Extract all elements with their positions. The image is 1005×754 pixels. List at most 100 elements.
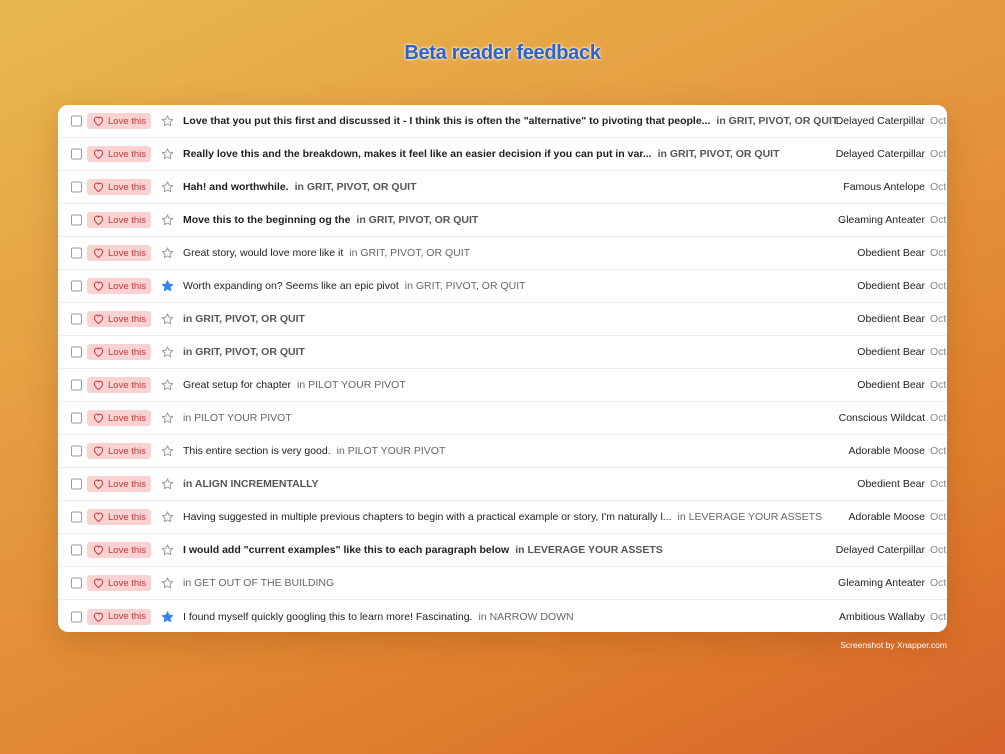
list-item[interactable]: Love this This entire section is very goo… (58, 435, 947, 468)
list-item[interactable]: Love this Love that you put this first an… (58, 105, 947, 138)
select-checkbox[interactable] (71, 313, 82, 325)
love-this-button[interactable]: Love this (87, 509, 151, 525)
love-this-button[interactable]: Love this (87, 113, 151, 129)
love-this-button[interactable]: Love this (87, 476, 151, 492)
heart-icon (93, 149, 104, 159)
select-checkbox[interactable] (71, 445, 82, 457)
list-item[interactable]: Love this I would add "current examples" … (58, 534, 947, 567)
list-item[interactable]: Love this Worth expanding on? Seems like … (58, 270, 947, 303)
star-icon[interactable] (161, 181, 174, 194)
list-item[interactable]: Love this Move this to the beginning og t… (58, 204, 947, 237)
comment-text[interactable]: Having suggested in multiple previous ch… (183, 511, 822, 523)
star-icon[interactable] (161, 313, 174, 326)
select-checkbox[interactable] (71, 611, 82, 622)
star-icon[interactable] (161, 379, 174, 392)
comment-text[interactable]: in GRIT, PIVOT, OR QUIT (183, 346, 305, 358)
list-item[interactable]: Love this Having suggested in multiple pr… (58, 501, 947, 534)
heart-icon (93, 182, 104, 192)
love-this-label: Love this (108, 412, 147, 424)
comment-text[interactable]: in ALIGN INCREMENTALLY (183, 478, 319, 490)
select-checkbox[interactable] (71, 247, 82, 259)
comment-date: Oct (930, 577, 947, 589)
love-this-button[interactable]: Love this (87, 608, 151, 625)
star-icon[interactable] (161, 346, 174, 359)
star-icon[interactable] (161, 412, 174, 425)
comment-text[interactable]: in GRIT, PIVOT, OR QUIT (183, 313, 305, 325)
select-checkbox[interactable] (71, 280, 82, 292)
list-item[interactable]: Love this Great setup for chapter in PILOT… (58, 369, 947, 402)
love-this-button[interactable]: Love this (87, 146, 151, 162)
author-name: Adorable Moose (848, 511, 925, 523)
list-item[interactable]: Love this Hah! and worthwhile. in GRIT, PI… (58, 171, 947, 204)
comment-text[interactable]: in PILOT YOUR PIVOT (183, 412, 292, 424)
select-checkbox[interactable] (71, 346, 82, 358)
love-this-label: Love this (108, 346, 147, 358)
select-checkbox[interactable] (71, 478, 82, 490)
love-this-button[interactable]: Love this (87, 542, 151, 558)
author-name: Famous Antelope (843, 181, 925, 193)
select-checkbox[interactable] (71, 511, 82, 523)
love-this-label: Love this (108, 313, 147, 325)
comment-text[interactable]: I found myself quickly googling this to … (183, 611, 574, 623)
select-checkbox[interactable] (71, 412, 82, 424)
chapter-location: in GET OUT OF THE BUILDING (183, 577, 335, 589)
love-this-button[interactable]: Love this (87, 311, 151, 327)
star-icon[interactable] (161, 115, 174, 128)
list-item[interactable]: Love this in PILOT YOUR PIVOT Conscious Wi… (58, 402, 947, 435)
comment-date: Oct (930, 148, 947, 160)
love-this-button[interactable]: Love this (87, 377, 151, 393)
love-this-button[interactable]: Love this (87, 344, 151, 360)
star-icon[interactable] (161, 280, 174, 293)
star-icon[interactable] (161, 478, 174, 491)
page-title: Beta reader feedback (404, 42, 601, 64)
select-checkbox[interactable] (71, 115, 82, 127)
love-this-button[interactable]: Love this (87, 179, 151, 195)
star-icon[interactable] (161, 214, 174, 227)
star-icon[interactable] (161, 577, 174, 590)
star-icon[interactable] (161, 544, 174, 557)
comment-text[interactable]: Worth expanding on? Seems like an epic p… (183, 280, 526, 292)
comment-text[interactable]: Great setup for chapter in PILOT YOUR PIV… (183, 379, 406, 391)
heart-icon (93, 116, 104, 126)
love-this-button[interactable]: Love this (87, 245, 151, 261)
comment-text[interactable]: Really love this and the breakdown, make… (183, 148, 780, 160)
star-icon[interactable] (161, 445, 174, 458)
star-icon[interactable] (161, 247, 174, 260)
list-item[interactable]: Love this in ALIGN INCREMENTALLY Obedient … (58, 468, 947, 501)
select-checkbox[interactable] (71, 544, 82, 556)
select-checkbox[interactable] (71, 181, 82, 193)
heart-icon (93, 578, 104, 588)
comment-text[interactable]: Great story, would love more like it in G… (183, 247, 470, 259)
list-item[interactable]: Love this Great story, would love more li… (58, 237, 947, 270)
list-item[interactable]: Love this Really love this and the breakd… (58, 138, 947, 171)
select-checkbox[interactable] (71, 148, 82, 160)
comment-text[interactable]: Move this to the beginning og the in GRIT… (183, 214, 478, 226)
love-this-label: Love this (108, 181, 147, 193)
select-checkbox[interactable] (71, 379, 82, 391)
love-this-button[interactable]: Love this (87, 575, 151, 591)
list-item[interactable]: Love this in GRIT, PIVOT, OR QUIT Obedient… (58, 336, 947, 369)
select-checkbox[interactable] (71, 214, 82, 226)
select-checkbox[interactable] (71, 577, 82, 589)
love-this-button[interactable]: Love this (87, 212, 151, 228)
star-icon[interactable] (161, 610, 174, 623)
love-this-button[interactable]: Love this (87, 278, 151, 294)
comment-text[interactable]: This entire section is very good. in PILO… (183, 445, 445, 457)
list-item[interactable]: Love this I found myself quickly googling… (58, 600, 947, 632)
star-icon[interactable] (161, 511, 174, 524)
list-item[interactable]: Love this in GET OUT OF THE BUILDING Gleam… (58, 567, 947, 600)
chapter-location: in GRIT, PIVOT, OR QUIT (404, 280, 526, 292)
comment-text[interactable]: Hah! and worthwhile. in GRIT, PIVOT, OR Q… (183, 181, 417, 193)
love-this-label: Love this (108, 577, 147, 589)
love-this-button[interactable]: Love this (87, 410, 151, 426)
comment-date: Oct (930, 313, 947, 325)
chapter-location: in PILOT YOUR PIVOT (183, 412, 292, 424)
comment-text[interactable]: in GET OUT OF THE BUILDING (183, 577, 334, 589)
list-item[interactable]: Love this in GRIT, PIVOT, OR QUIT Obedient… (58, 303, 947, 336)
love-this-label: Love this (108, 379, 147, 391)
star-icon[interactable] (161, 148, 174, 161)
comment-text[interactable]: I would add "current examples" like this… (183, 544, 663, 556)
love-this-button[interactable]: Love this (87, 443, 151, 459)
comment-text[interactable]: Love that you put this first and discuss… (183, 115, 838, 127)
chapter-location: in LEVERAGE YOUR ASSETS (677, 511, 823, 523)
